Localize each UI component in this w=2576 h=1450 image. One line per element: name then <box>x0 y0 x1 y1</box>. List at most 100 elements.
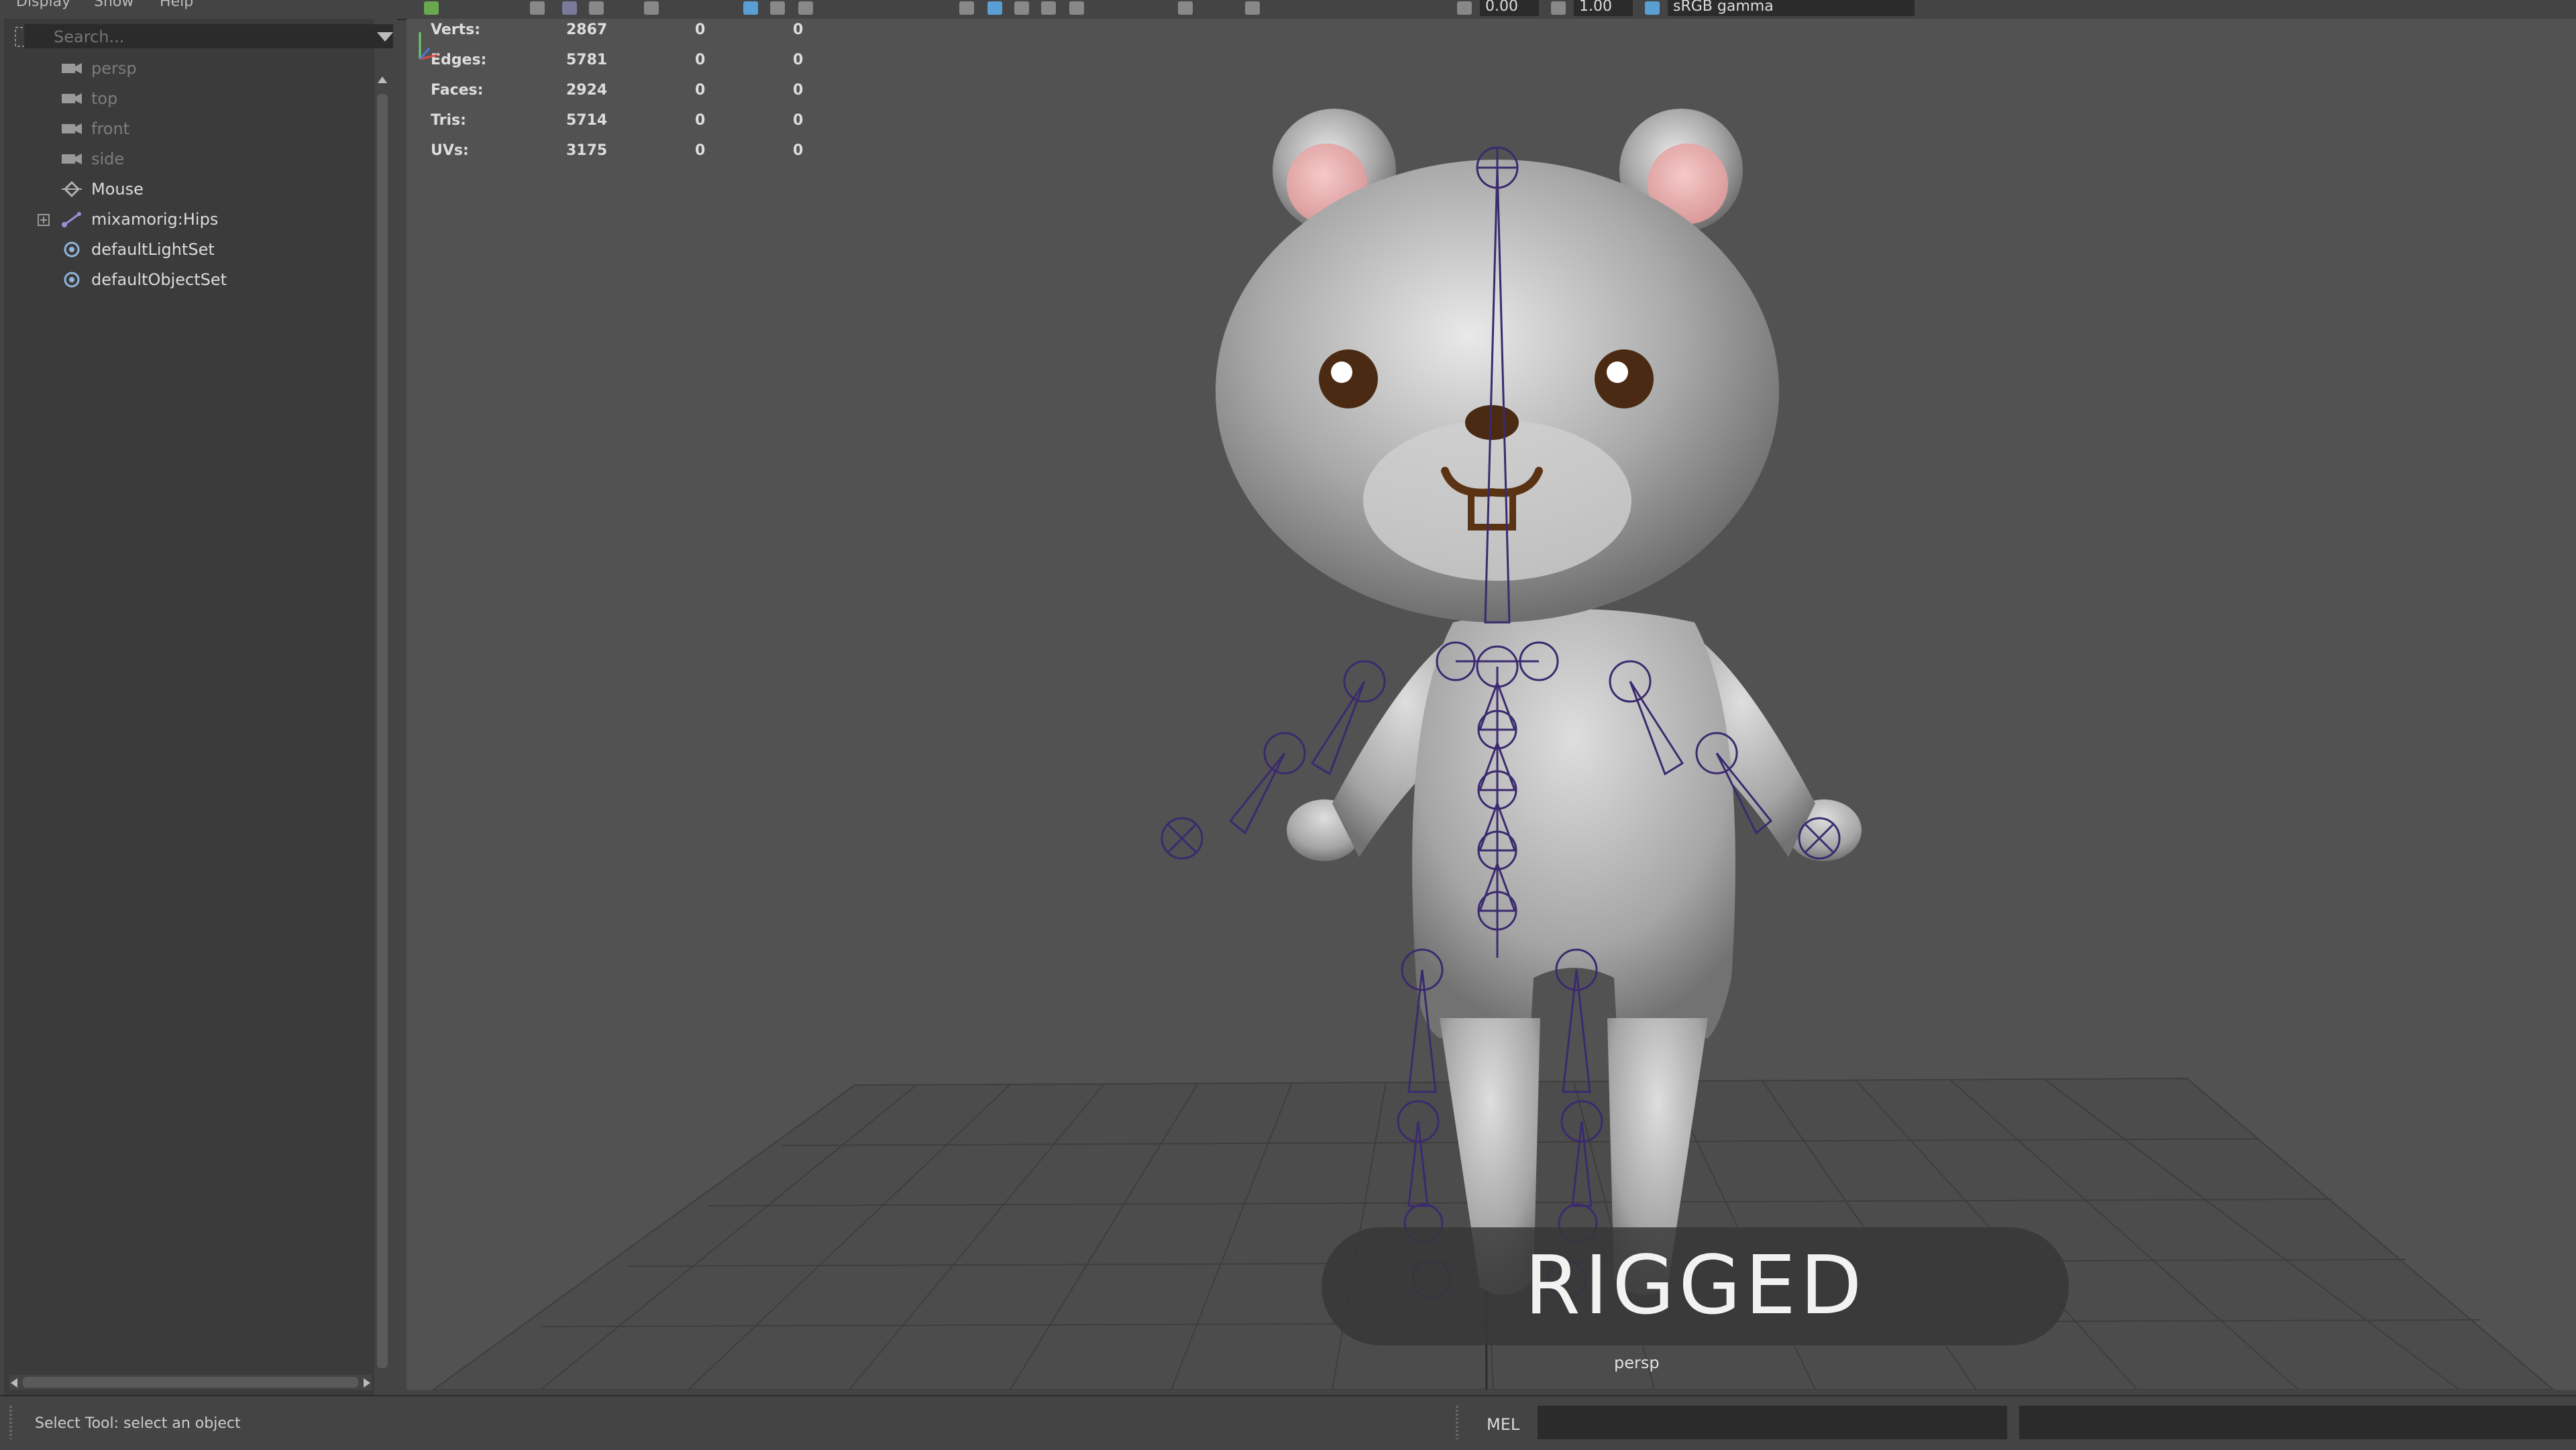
hud-label: Faces: <box>431 82 484 99</box>
search-input[interactable] <box>52 24 364 50</box>
hud-value: 5781 <box>566 52 608 68</box>
expand-icon[interactable] <box>38 214 50 226</box>
bear-left-eye-highlight <box>1331 361 1352 383</box>
camera-icon <box>62 63 82 74</box>
hud-label: Tris: <box>431 112 466 129</box>
outliner-item-default-light-set[interactable]: defaultLightSet <box>4 236 374 263</box>
smooth-shade-icon[interactable] <box>987 1 1002 15</box>
camera-name-label: persp <box>1614 1353 1660 1372</box>
bear-nose <box>1465 405 1519 440</box>
outliner-item-default-object-set[interactable]: defaultObjectSet <box>4 266 374 293</box>
panel-grip[interactable] <box>1456 1406 1458 1439</box>
poly-count-hud: Verts: 2867 0 0 Edges: 5781 0 0 Faces: 2… <box>431 21 833 172</box>
camera-icon <box>62 154 82 164</box>
menu-help[interactable]: Help <box>160 0 193 10</box>
rigged-banner-text: RIGGED <box>1524 1239 1866 1333</box>
outliner-item-label: top <box>91 89 118 108</box>
hud-value: 0 <box>695 142 706 159</box>
xray-icon[interactable] <box>1069 1 1084 15</box>
grease-pencil-icon[interactable] <box>644 1 659 15</box>
outliner-item-hips[interactable]: mixamorig:Hips <box>4 206 374 233</box>
outliner-item-front[interactable]: front <box>4 115 374 142</box>
scroll-thumb[interactable] <box>23 1377 358 1388</box>
3d-viewport[interactable]: Verts: 2867 0 0 Edges: 5781 0 0 Faces: 2… <box>407 19 2576 1390</box>
outliner-search[interactable] <box>24 24 393 50</box>
set-icon <box>64 272 80 288</box>
hud-value: 3175 <box>566 142 608 159</box>
outliner-item-persp[interactable]: persp <box>4 55 374 82</box>
hud-value: 2867 <box>566 21 608 38</box>
rigged-banner: RIGGED <box>1322 1227 2069 1345</box>
panel-grip[interactable] <box>9 1406 12 1439</box>
transform-node-icon <box>62 181 82 197</box>
scroll-left-icon[interactable] <box>9 1378 19 1388</box>
hud-value: 0 <box>695 21 706 38</box>
film-gate-icon[interactable] <box>770 1 785 15</box>
command-language-toggle[interactable]: MEL <box>1487 1415 1519 1434</box>
hud-value: 0 <box>793 21 804 38</box>
outliner-item-top[interactable]: top <box>4 85 374 112</box>
hud-value: 0 <box>695 112 706 129</box>
hud-value: 0 <box>793 52 804 68</box>
ambient-occlusion-icon[interactable] <box>1178 1 1193 15</box>
outliner-item-label: defaultLightSet <box>91 240 215 259</box>
scroll-up-icon[interactable] <box>377 75 388 85</box>
bear-torso <box>1412 609 1735 1038</box>
camera-icon <box>62 123 82 134</box>
outliner-item-label: defaultObjectSet <box>91 270 227 289</box>
viewport-scene[interactable] <box>407 19 2576 1390</box>
scroll-thumb[interactable] <box>377 94 388 1368</box>
outliner-panel: persp top front side Mouse mixamorig:Hip… <box>0 19 397 1395</box>
menu-display[interactable]: Display <box>16 0 70 10</box>
use-lights-icon[interactable] <box>1041 1 1056 15</box>
command-result-field <box>2019 1406 2576 1439</box>
color-space-dropdown[interactable]: sRGB gamma <box>1668 0 1915 16</box>
select-camera-icon[interactable] <box>424 1 439 15</box>
top-toolbar: Display Show Help 0.00 1.00 sRGB gamma <box>0 0 2576 20</box>
bookmark-icon[interactable] <box>562 1 577 15</box>
hud-value: 0 <box>695 52 706 68</box>
joint-icon <box>62 212 81 227</box>
wireframe-icon[interactable] <box>959 1 974 15</box>
command-line-input[interactable] <box>1538 1406 2007 1439</box>
grid-icon[interactable] <box>743 1 758 15</box>
hud-faces-row: Faces: 2924 0 0 <box>431 82 833 112</box>
gamma-field[interactable]: 1.00 <box>1574 0 1633 16</box>
hud-tris-row: Tris: 5714 0 0 <box>431 112 833 142</box>
outliner-horizontal-scrollbar[interactable] <box>9 1375 372 1390</box>
camera-attributes-icon[interactable] <box>530 1 545 15</box>
search-options-arrow-icon[interactable] <box>377 32 393 42</box>
hud-value: 0 <box>793 82 804 99</box>
color-management-icon[interactable] <box>1645 1 1660 15</box>
hud-label: UVs: <box>431 142 469 159</box>
exposure-field[interactable]: 0.00 <box>1480 0 1539 16</box>
axis-indicator-icon <box>419 32 438 60</box>
hud-value: 2924 <box>566 82 608 99</box>
hud-value: 5714 <box>566 112 608 129</box>
outliner-item-side[interactable]: side <box>4 146 374 172</box>
outliner-item-label: persp <box>91 59 137 78</box>
camera-icon <box>62 93 82 104</box>
help-line: Select Tool: select an object <box>35 1415 241 1432</box>
gamma-icon[interactable] <box>1551 1 1566 15</box>
outliner-item-label: Mouse <box>91 180 144 199</box>
set-icon <box>64 241 80 258</box>
hud-verts-row: Verts: 2867 0 0 <box>431 21 833 52</box>
bear-right-eye-highlight <box>1607 361 1628 383</box>
outliner-vertical-scrollbar[interactable] <box>376 74 389 1386</box>
outliner-item-label: mixamorig:Hips <box>91 210 219 229</box>
outliner-list: persp top front side Mouse mixamorig:Hip… <box>4 19 393 1395</box>
status-bar: Select Tool: select an object MEL <box>0 1395 2576 1450</box>
menu-show[interactable]: Show <box>94 0 133 10</box>
textured-icon[interactable] <box>1014 1 1029 15</box>
hud-value: 0 <box>695 82 706 99</box>
scroll-right-icon[interactable] <box>362 1378 372 1388</box>
image-plane-icon[interactable] <box>589 1 604 15</box>
bear-muzzle <box>1363 420 1631 581</box>
resolution-gate-icon[interactable] <box>798 1 813 15</box>
hud-uvs-row: UVs: 3175 0 0 <box>431 142 833 172</box>
outliner-item-mouse[interactable]: Mouse <box>4 176 374 203</box>
isolate-select-icon[interactable] <box>1245 1 1260 15</box>
hud-value: 0 <box>793 142 804 159</box>
exposure-icon[interactable] <box>1457 1 1472 15</box>
